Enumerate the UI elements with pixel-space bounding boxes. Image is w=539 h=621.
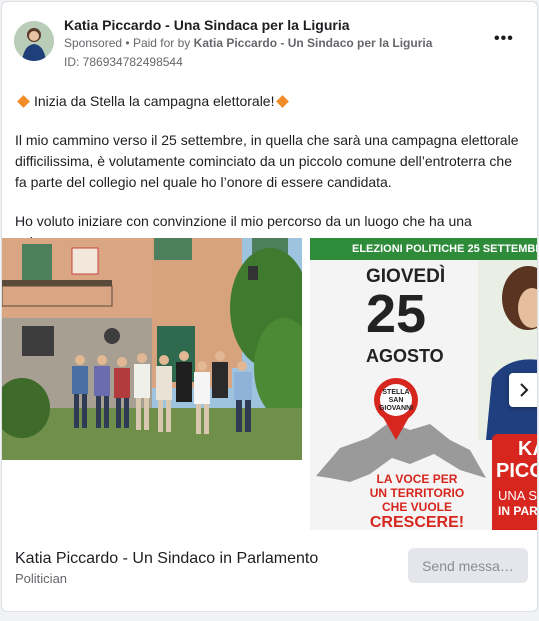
page-avatar[interactable] — [14, 21, 54, 61]
footer-category: Politician — [15, 571, 68, 586]
page-name-link[interactable]: Katia Piccardo - Una Sindaca per la Ligu… — [64, 17, 350, 33]
poster-tag-line-1: UNA S — [498, 488, 538, 503]
slogan-line-2: UN TERRITORIO — [369, 486, 465, 500]
poster-name-part-1: KA — [518, 438, 537, 460]
carousel-image-poster[interactable]: ELEZIONI POLITICHE 25 SETTEMBRE GIOVEDÌ … — [310, 238, 538, 530]
footer-page-title[interactable]: Katia Piccardo - Un Sindaco in Parlament… — [15, 550, 318, 568]
slogan-line-4: CRESCERE! — [369, 514, 465, 530]
pin-line-3: GIOVANNI — [378, 405, 414, 412]
ad-id: ID: 786934782498544 — [64, 55, 183, 69]
carousel-image-group-photo[interactable] — [2, 238, 314, 460]
poster-pin-label: STELLA SAN GIOVANNI — [378, 389, 414, 413]
poster-name-box: KA PICO UNA S IN PAR — [492, 434, 538, 530]
candidate-portrait — [478, 260, 537, 440]
headline-text: Inizia da Stella la campagna elettorale! — [34, 93, 275, 109]
pin-line-2: SAN — [388, 397, 404, 404]
sponsored-post-card: Katia Piccardo - Una Sindaca per la Ligu… — [1, 1, 538, 612]
poster-name-part-2: PICO — [496, 460, 537, 482]
chevron-right-icon — [520, 383, 529, 397]
poster-banner: ELEZIONI POLITICHE 25 SETTEMBRE — [310, 238, 537, 260]
poster-tag-line-2: IN PAR — [498, 504, 538, 518]
sponsored-label: Sponsored — [64, 36, 123, 50]
poster-month: AGOSTO — [366, 346, 444, 366]
separator-dot: • — [125, 36, 133, 50]
poster-date-number: 25 — [366, 284, 427, 344]
paid-for-name[interactable]: Katia Piccardo - Un Sindaco per la Ligur… — [194, 36, 433, 50]
pin-line-1: STELLA — [382, 389, 410, 396]
image-carousel[interactable]: ELEZIONI POLITICHE 25 SETTEMBRE GIOVEDÌ … — [2, 238, 538, 530]
carousel-next-button[interactable] — [509, 373, 537, 407]
send-message-button[interactable]: Send messa… — [408, 548, 528, 583]
post-headline: Inizia da Stella la campagna elettorale! — [15, 91, 525, 112]
orange-diamond-icon — [17, 95, 30, 109]
post-paragraph-1: Il mio cammino verso il 25 settembre, in… — [15, 132, 519, 190]
orange-diamond-icon — [276, 95, 290, 109]
paid-for-prefix: Paid for by — [132, 36, 191, 50]
more-options-icon[interactable]: ••• — [494, 30, 514, 48]
slogan-line-3: CHE VUOLE — [381, 500, 452, 514]
slogan-line-1: LA VOCE PER — [376, 472, 458, 486]
sponsored-line: Sponsored • Paid for by Katia Piccardo -… — [64, 36, 432, 50]
poster-slogan: LA VOCE PER UN TERRITORIO CHE VUOLE CRES… — [362, 472, 472, 530]
